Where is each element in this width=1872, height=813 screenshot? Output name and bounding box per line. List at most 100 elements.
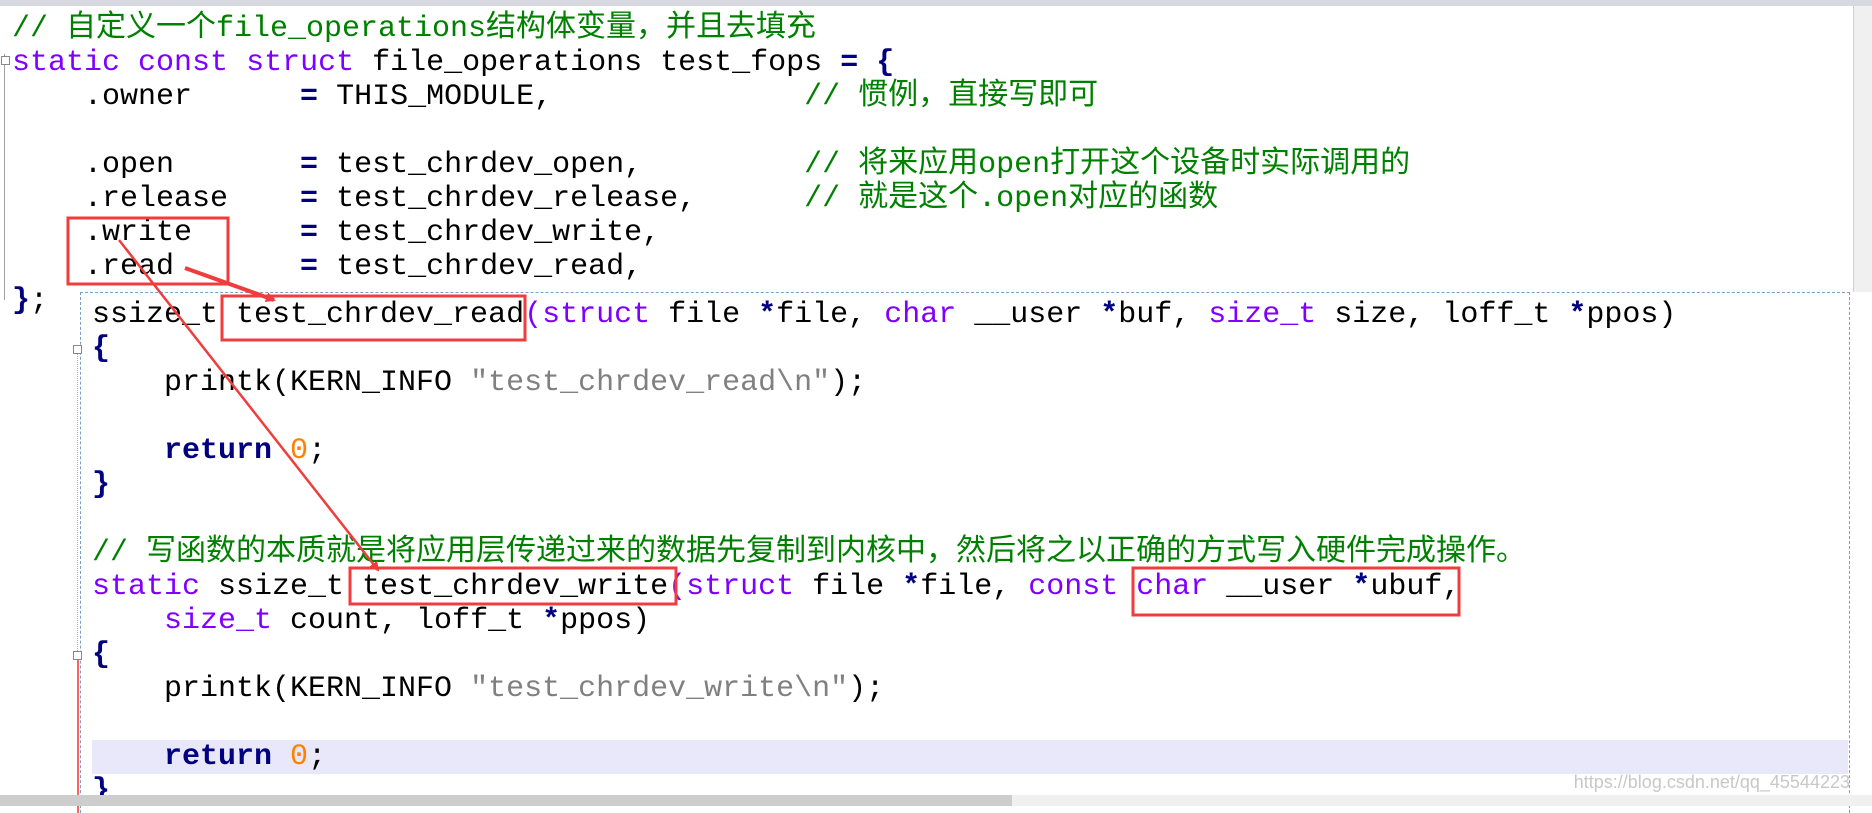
code-token: char <box>884 298 957 332</box>
code-token: // 惯例，直接写即可 <box>804 80 1099 114</box>
code-token: * <box>1100 298 1119 332</box>
code-token: ; <box>30 284 49 318</box>
code-line[interactable]: .release = test_chrdev_release, // 就是这个.… <box>12 182 1410 216</box>
code-line[interactable] <box>12 114 1410 148</box>
code-token: return <box>92 434 273 468</box>
code-token: ssize_t test_chrdev_read <box>92 298 525 332</box>
code-line[interactable] <box>92 400 1676 434</box>
code-token: ); <box>848 672 885 706</box>
code-line[interactable]: .read = test_chrdev_read, <box>12 250 1410 284</box>
code-line[interactable] <box>92 502 1676 536</box>
code-token: return <box>92 740 273 774</box>
code-token: size_t <box>1208 298 1317 332</box>
editor-top-border <box>0 0 1872 6</box>
code-token: ssize_t test_chrdev_write <box>200 570 669 604</box>
code-token: test_chrdev_write, <box>318 216 661 250</box>
code-token: = <box>300 216 319 250</box>
code-line[interactable]: } <box>92 468 1676 502</box>
code-token: file <box>794 570 903 604</box>
code-token: = <box>840 46 859 80</box>
code-editor-main[interactable]: // 自定义一个file_operations结构体变量，并且去填充 static… <box>12 12 1410 318</box>
code-token: const <box>1028 570 1119 604</box>
code-token: "test_chrdev_read\n" <box>470 366 831 400</box>
code-line[interactable]: return 0; <box>92 740 1676 774</box>
code-token: ; <box>308 434 327 468</box>
code-token: = <box>300 148 319 182</box>
code-token: = <box>300 182 319 216</box>
code-line[interactable]: return 0; <box>92 434 1676 468</box>
code-token: { <box>876 46 895 80</box>
changed-lines-marker <box>77 653 79 813</box>
code-token: } <box>12 284 31 318</box>
fold-guide <box>4 54 5 300</box>
code-line[interactable]: // 写函数的本质就是将应用层传递过来的数据先复制到内核中，然后将之以正确的方式… <box>92 536 1676 570</box>
code-token: "test_chrdev_write\n" <box>470 672 849 706</box>
watermark: https://blog.csdn.net/qq_45544223 <box>1573 772 1850 792</box>
code-token: file <box>650 298 759 332</box>
code-token: __user <box>956 298 1101 332</box>
code-line[interactable]: printk(KERN_INFO "test_chrdev_write\n"); <box>92 672 1676 706</box>
code-token: test_chrdev_open, <box>318 148 805 182</box>
code-line[interactable] <box>92 706 1676 740</box>
code-token: * <box>1568 298 1587 332</box>
code-token: // 自定义一个file_operations结构体变量，并且去填充 <box>12 12 817 46</box>
code-token: (struct <box>524 298 651 332</box>
code-token: ; <box>308 740 327 774</box>
code-token: ppos) <box>560 604 651 638</box>
code-token: .read <box>12 250 301 284</box>
code-token: (struct <box>668 570 795 604</box>
code-token: static <box>92 570 201 604</box>
scrollbar-thumb[interactable] <box>0 795 1012 806</box>
code-token: .write <box>12 216 301 250</box>
code-token: file_operations test_fops <box>354 46 841 80</box>
code-token: size_t <box>92 604 273 638</box>
code-token: = <box>300 250 319 284</box>
code-token: .open <box>12 148 301 182</box>
code-token: { <box>92 638 111 672</box>
code-line[interactable]: static ssize_t test_chrdev_write(struct … <box>92 570 1676 604</box>
code-token: * <box>902 570 921 604</box>
code-token: .release <box>12 182 301 216</box>
vertical-scrollbar[interactable] <box>1853 6 1872 292</box>
code-line[interactable]: { <box>92 638 1676 672</box>
code-editor-popup[interactable]: ssize_t test_chrdev_read(struct file *fi… <box>92 298 1676 808</box>
code-line[interactable]: .open = test_chrdev_open, // 将来应用open打开这… <box>12 148 1410 182</box>
code-token: ppos) <box>1586 298 1677 332</box>
fold-toggle-icon[interactable] <box>1 56 10 65</box>
code-token: .owner <box>12 80 301 114</box>
horizontal-scrollbar[interactable] <box>0 795 1872 806</box>
code-token: // 写函数的本质就是将应用层传递过来的数据先复制到内核中，然后将之以正确的方式… <box>92 536 1527 570</box>
code-line[interactable]: size_t count, loff_t *ppos) <box>92 604 1676 638</box>
code-line[interactable]: { <box>92 332 1676 366</box>
code-token: * <box>758 298 777 332</box>
code-token: ubuf, <box>1370 570 1461 604</box>
code-line[interactable]: .write = test_chrdev_write, <box>12 216 1410 250</box>
code-token: * <box>1352 570 1371 604</box>
code-token: ); <box>830 366 867 400</box>
code-line[interactable]: // 自定义一个file_operations结构体变量，并且去填充 <box>12 12 1410 46</box>
code-line[interactable]: static const struct file_operations test… <box>12 46 1410 80</box>
code-token: test_chrdev_read, <box>318 250 643 284</box>
code-token: // 将来应用open打开这个设备时实际调用的 <box>804 148 1411 182</box>
code-token: 0 <box>290 434 309 468</box>
code-token: char <box>1136 570 1209 604</box>
code-token: printk(KERN_INFO <box>92 672 471 706</box>
fold-toggle-icon[interactable] <box>73 651 82 660</box>
code-line[interactable]: printk(KERN_INFO "test_chrdev_read\n"); <box>92 366 1676 400</box>
code-token: } <box>92 468 111 502</box>
code-token: file, <box>776 298 885 332</box>
code-token: count, loff_t <box>272 604 543 638</box>
code-token: 0 <box>290 740 309 774</box>
code-token: { <box>92 332 111 366</box>
code-token: size, loff_t <box>1316 298 1569 332</box>
code-token: THIS_MODULE, <box>318 80 805 114</box>
code-line[interactable]: ssize_t test_chrdev_read(struct file *fi… <box>92 298 1676 332</box>
fold-toggle-icon[interactable] <box>73 345 82 354</box>
code-line[interactable]: .owner = THIS_MODULE, // 惯例，直接写即可 <box>12 80 1410 114</box>
code-token: file, <box>920 570 1029 604</box>
